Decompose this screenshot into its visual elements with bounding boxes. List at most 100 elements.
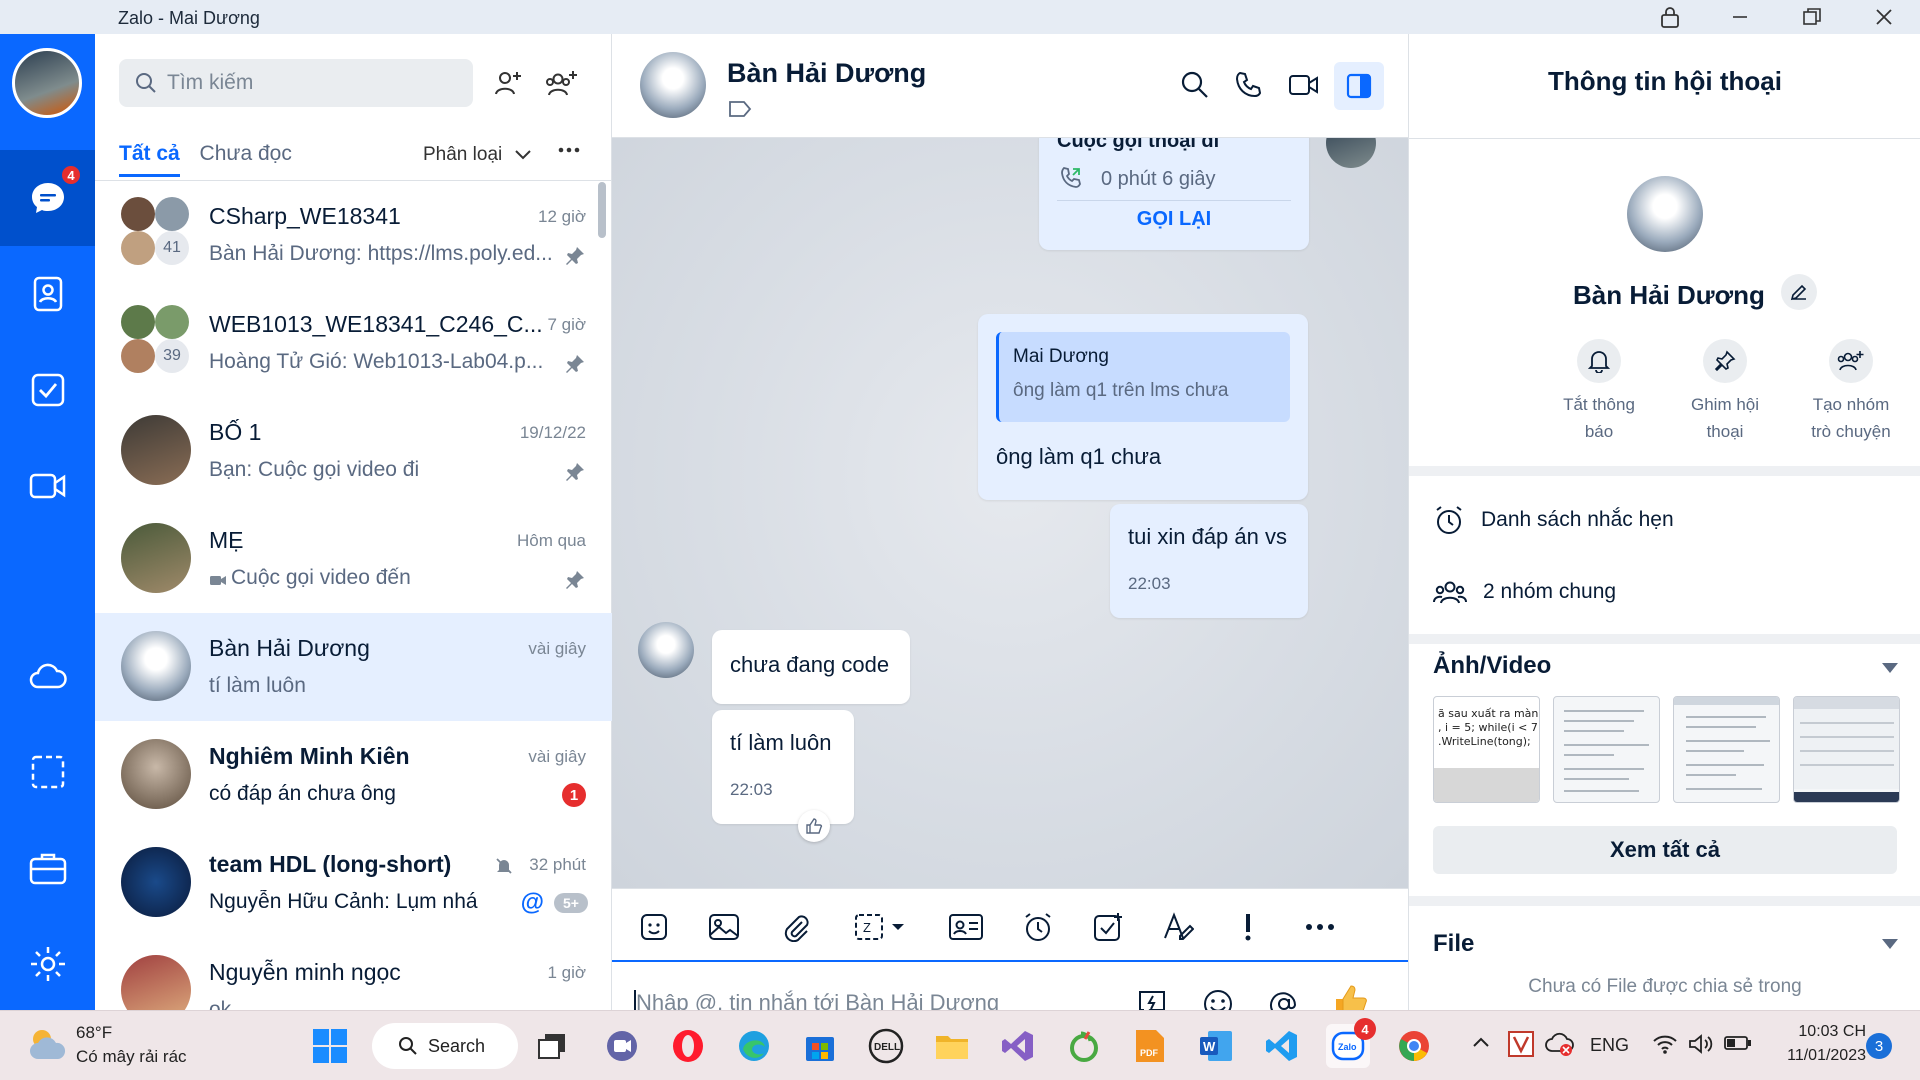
- toggle-info-panel-button[interactable]: [1334, 62, 1384, 110]
- chevron-up-icon[interactable]: [1472, 1036, 1490, 1048]
- attachment-icon[interactable]: [778, 909, 814, 945]
- edge-icon[interactable]: [732, 1024, 776, 1068]
- teams-chat-icon[interactable]: [600, 1024, 644, 1068]
- language-indicator[interactable]: ENG: [1590, 1035, 1629, 1056]
- task-icon[interactable]: [1090, 909, 1126, 945]
- pin-conversation-action[interactable]: Ghim hội thoại: [1665, 339, 1785, 445]
- list-item[interactable]: Nguyễn minh ngọc 1 giờ ok: [95, 937, 612, 1010]
- conv-name: BỐ 1: [209, 419, 262, 445]
- urgent-icon[interactable]: [1230, 909, 1266, 945]
- action-label: thoại: [1706, 422, 1744, 441]
- notification-count[interactable]: 3: [1866, 1033, 1892, 1059]
- media-thumbnail[interactable]: [1793, 696, 1900, 803]
- close-button[interactable]: [1854, 0, 1914, 34]
- cloud-icon: [29, 663, 67, 689]
- list-item-active[interactable]: Bàn Hải Dương vài giây tí làm luôn: [95, 613, 612, 721]
- list-item[interactable]: Nghiêm Minh Kiên vài giây có đáp án chưa…: [95, 721, 612, 829]
- conv-time: 32 phút: [529, 855, 586, 874]
- video-call-icon[interactable]: [1288, 72, 1320, 98]
- common-groups-row[interactable]: 2 nhóm chung: [1433, 568, 1903, 616]
- network-error-icon[interactable]: [1544, 1031, 1574, 1057]
- chrome-icon[interactable]: [1392, 1024, 1436, 1068]
- file-explorer-icon[interactable]: [930, 1024, 974, 1068]
- opera-icon[interactable]: [666, 1024, 710, 1068]
- sticker-icon[interactable]: [636, 909, 672, 945]
- create-group-action[interactable]: Tạo nhóm trò chuyện: [1791, 339, 1911, 445]
- reminder-icon[interactable]: [1020, 909, 1056, 945]
- taskbar-search[interactable]: Search: [372, 1023, 518, 1069]
- create-group-icon[interactable]: [545, 68, 579, 98]
- restore-button[interactable]: [1782, 0, 1842, 34]
- weather-icon[interactable]: [26, 1025, 68, 1063]
- todo-nav[interactable]: [0, 342, 95, 438]
- app-tray-icon[interactable]: [1508, 1031, 1534, 1057]
- windows-start-button[interactable]: [308, 1024, 352, 1068]
- lock-icon[interactable]: [1640, 0, 1700, 34]
- image-icon[interactable]: [706, 909, 742, 945]
- contact-avatar-large[interactable]: [1627, 176, 1703, 252]
- contacts-nav[interactable]: [0, 246, 95, 342]
- list-scrollbar[interactable]: [598, 182, 606, 238]
- search-box[interactable]: Tìm kiếm: [119, 59, 473, 107]
- user-avatar[interactable]: [12, 48, 82, 118]
- clock-date[interactable]: 11/01/2023: [1770, 1047, 1866, 1065]
- battery-icon[interactable]: [1724, 1035, 1752, 1051]
- vscode-icon[interactable]: [1260, 1024, 1304, 1068]
- mute-notifications-action[interactable]: Tắt thông báo: [1539, 339, 1659, 445]
- classify-label: Phân loại: [423, 144, 503, 165]
- word-icon[interactable]: W: [1194, 1024, 1238, 1068]
- call-back-button[interactable]: GỌI LẠI: [1039, 208, 1309, 231]
- wifi-icon[interactable]: [1652, 1033, 1678, 1055]
- conv-preview: Cuộc gọi video đến: [231, 566, 411, 589]
- volume-icon[interactable]: [1688, 1033, 1714, 1055]
- classify-dropdown[interactable]: Phân loại: [423, 144, 532, 166]
- zalo-taskbar-icon[interactable]: Zalo 4: [1326, 1018, 1376, 1068]
- search-icon[interactable]: [1180, 70, 1210, 100]
- screenshot-tool[interactable]: Z: [852, 909, 912, 945]
- tag-icon[interactable]: [728, 100, 752, 118]
- section-separator: [1409, 634, 1920, 644]
- collapse-media-icon[interactable]: [1881, 662, 1899, 674]
- list-item[interactable]: BỐ 1 19/12/22 Bạn: Cuộc gọi video đi: [95, 397, 612, 505]
- media-thumbnail[interactable]: ã sau xuất ra màn , i = 5; while(i < 7 .…: [1433, 696, 1540, 803]
- visual-studio-icon[interactable]: [996, 1024, 1040, 1068]
- edit-name-button[interactable]: [1781, 274, 1817, 310]
- reminders-row[interactable]: Danh sách nhắc hẹn: [1433, 496, 1903, 544]
- dell-icon[interactable]: DELL: [864, 1024, 908, 1068]
- like-reaction-button[interactable]: [798, 810, 830, 842]
- collapse-file-icon[interactable]: [1881, 938, 1899, 950]
- more-options-icon[interactable]: [557, 144, 581, 156]
- list-item[interactable]: 41 CSharp_WE18341 12 giờ Bàn Hải Dương: …: [95, 181, 612, 289]
- messages-nav[interactable]: 4: [0, 150, 95, 246]
- list-item[interactable]: team HDL (long-short) 32 phút Nguyễn Hữu…: [95, 829, 612, 937]
- app-icon-green[interactable]: [1062, 1024, 1106, 1068]
- view-all-media-button[interactable]: Xem tất cả: [1433, 826, 1897, 874]
- task-view-icon[interactable]: [530, 1024, 574, 1068]
- more-tools-icon[interactable]: [1302, 909, 1338, 945]
- minimize-button[interactable]: [1710, 0, 1770, 34]
- list-item[interactable]: 39 WEB1013_WE18341_C246_C... 7 giờ Hoàng…: [95, 289, 612, 397]
- quote-block[interactable]: Mai Dương ông làm q1 trên lms chưa: [996, 332, 1290, 422]
- tab-all[interactable]: Tất cả: [119, 142, 180, 177]
- text-format-icon[interactable]: [1160, 909, 1196, 945]
- contact-card-icon[interactable]: [946, 909, 986, 945]
- media-thumbnail[interactable]: [1673, 696, 1780, 803]
- cloud-nav[interactable]: [0, 628, 95, 724]
- video-nav[interactable]: [0, 438, 95, 534]
- title-bar: Zalo - Mai Dương: [0, 0, 1920, 34]
- settings-nav[interactable]: [0, 916, 95, 1012]
- briefcase-nav[interactable]: [0, 820, 95, 916]
- tab-unread[interactable]: Chưa đọc: [200, 142, 292, 174]
- list-item[interactable]: MẸ Hôm qua Cuộc gọi video đến: [95, 505, 612, 613]
- add-friend-icon[interactable]: [493, 68, 523, 98]
- clock-time[interactable]: 10:03 CH: [1770, 1023, 1866, 1041]
- contact-avatar-small[interactable]: [638, 622, 694, 678]
- contact-avatar[interactable]: [640, 52, 706, 118]
- media-thumbnail[interactable]: [1553, 696, 1660, 803]
- reply-message: Mai Dương ông làm q1 trên lms chưa ông l…: [978, 314, 1308, 500]
- pdf-reader-icon[interactable]: PDF: [1128, 1024, 1172, 1068]
- phone-icon[interactable]: [1234, 70, 1264, 100]
- conv-time: 12 giờ: [537, 207, 586, 226]
- store-icon[interactable]: [798, 1024, 842, 1068]
- screenshot-nav[interactable]: [0, 724, 95, 820]
